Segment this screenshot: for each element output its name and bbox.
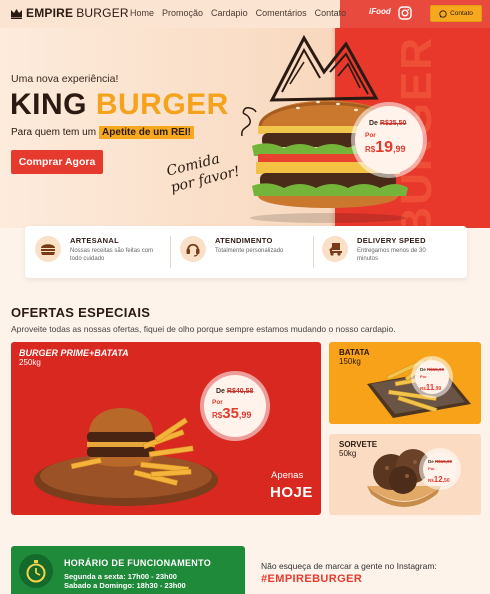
contact-button[interactable]: Contato [430,5,482,22]
whatsapp-icon [439,9,447,18]
offer-main-name: BURGER PRIME+BATATA [19,348,129,358]
delivery-icon [329,243,342,256]
offer-side1-old-label: De [420,367,426,372]
offer-side1-weight: 150kg [339,357,361,366]
instagram-callout: Não esqueça de marcar a gente no Instagr… [261,561,437,571]
offer-side1-price-int: 11 [425,383,435,392]
offer-side2-old-value: R$15,99 [435,459,453,464]
offer-main-old-value: R$40,58 [226,388,254,395]
feature-title: ARTESANAL [70,236,119,245]
offers-title: OFERTAS ESPECIAIS [11,305,151,320]
buy-now-button[interactable]: Comprar Agora [11,150,103,174]
offer-side1-price-badge: De R$15,99 Por R$11,99 [415,360,449,394]
offer-card-batata[interactable]: BATATA 150kg De R$15,99 Por R$11,99 [329,342,481,424]
nav-link-promocao[interactable]: Promoção [162,8,203,18]
opening-hours-box: HORÁRIO DE FUNCIONAMENTO Segunda a sexta… [11,546,245,594]
nav-link-home[interactable]: Home [130,8,154,18]
brand-name-secondary: BURGER [76,6,129,20]
hero-script-text: Comida por favor! [165,147,242,197]
feature-title: DELIVERY SPEED [357,236,426,245]
feature-icon-wrap [180,236,206,262]
top-navbar: EMPIRE BURGER Home Promoção Cardapio Com… [0,0,490,28]
nav-link-comentarios[interactable]: Comentários [256,8,307,18]
offer-card-burger-prime[interactable]: BURGER PRIME+BATATA 250kg De R$40,58 Por… [11,342,321,515]
hero-tagline-highlight: Apetite de um REI! [99,126,194,139]
feature-desc: Nossas receitas são feitas com todo cuid… [70,248,154,262]
offer-side2-price-int: 12 [433,475,443,484]
brand-logo[interactable]: EMPIRE BURGER [10,6,129,20]
hero-title-burger: BURGER [95,88,229,121]
offer-side1-old-price: De R$15,99 [420,367,444,372]
hero-old-price-value: R$25,50 [379,120,407,127]
hero-subtitle: Uma nova experiência! [11,73,119,85]
hero-price-badge: De R$25,50 Por R$19,99 [355,106,423,174]
offer-side1-new-price: R$11,99 [420,377,441,395]
offer-main-apenas: Apenas [271,470,304,481]
offer-side2-old-label: De [428,459,434,464]
headset-icon [186,243,200,257]
feature-title: ATENDIMENTO [215,236,273,245]
nav-link-cardapio[interactable]: Cardapio [211,8,248,18]
hero-old-price-label: De [369,120,378,127]
offer-main-old-price: De R$40,58 [216,388,253,395]
offer-card-sorvete[interactable]: SORVETE 50kg De R$15,99 Por R$12,50 [329,434,481,515]
stopwatch-icon [26,560,46,583]
feature-artesanal: ARTESANAL Nossas receitas são feitas com… [35,236,156,263]
feature-atendimento: ATENDIMENTO Totalmente personalizado [180,236,305,262]
offer-side2-price-badge: De R$15,99 Por R$12,50 [423,452,457,486]
burger-fries-image [34,408,218,506]
feature-divider [170,236,171,268]
hero-section: BURGER Uma nova experiência! KING BURGER… [0,28,490,228]
hero-tagline-text: Para quem tem um [11,127,97,138]
offer-main-weight: 250kg [19,358,41,367]
offer-main-price-badge: De R$40,58 Por R$35,99 [204,375,266,437]
hours-weekend: Sabado a Domingo: 18h30 - 23h00 [64,581,186,590]
offer-side2-weight: 50kg [339,449,357,458]
hero-old-price: De R$25,50 [369,120,406,127]
nav-link-contato[interactable]: Contato [315,8,347,18]
offer-main-new-price: R$35,99 [212,405,251,423]
hours-title: HORÁRIO DE FUNCIONAMENTO [64,558,212,568]
hero-currency: R$ [365,145,376,154]
offer-main-currency: R$ [212,411,223,420]
hero-price-int: 19 [375,139,394,156]
feature-divider [313,236,314,268]
features-bar: ARTESANAL Nossas receitas são feitas com… [25,226,467,278]
hero-por-label: Por [365,132,376,139]
offer-side2-price-dec: ,50 [442,478,450,484]
hours-icon-wrap [19,554,53,588]
hero-title-king: KING [10,88,87,121]
main-menu: Home Promoção Cardapio Comentários Conta… [130,8,346,18]
instagram-hashtag[interactable]: #EMPIREBURGER [261,573,362,585]
burger-icon [41,244,55,255]
feature-delivery: DELIVERY SPEED Entregamos menos de 30 mi… [322,236,447,263]
brand-name: EMPIRE [26,6,74,20]
hero-new-price: R$19,99 [365,139,406,157]
offer-main-price-int: 35 [222,405,239,422]
hero-price-dec: ,99 [393,144,406,154]
hero-title: KING BURGER [10,88,229,122]
feature-icon-wrap [35,236,61,262]
instagram-icon[interactable] [398,6,412,20]
hero-tagline: Para quem tem um Apetite de um REI! [11,126,194,139]
offer-main-hoje: HOJE [270,484,313,501]
feature-desc: Entregamos menos de 30 minutos [357,248,426,262]
hours-weekday: Segunda a sexta: 17h00 - 23h00 [64,572,177,581]
offer-main-price-dec: ,99 [238,410,252,420]
contact-button-label: Contato [450,10,473,17]
offer-side2-new-price: R$12,50 [428,469,450,487]
offer-main-old-label: De [216,388,225,395]
offers-subtitle: Aproveite todas as nossas ofertas, fique… [11,324,396,334]
ifood-logo[interactable]: iFood [369,7,391,16]
offer-side1-price-dec: ,99 [434,386,442,392]
crown-icon [11,8,22,19]
feature-icon-wrap [322,236,348,262]
offer-side2-old-price: De R$15,99 [428,459,452,464]
offer-side1-old-value: R$15,99 [427,367,445,372]
feature-desc: Totalmente personalizado [215,248,284,254]
